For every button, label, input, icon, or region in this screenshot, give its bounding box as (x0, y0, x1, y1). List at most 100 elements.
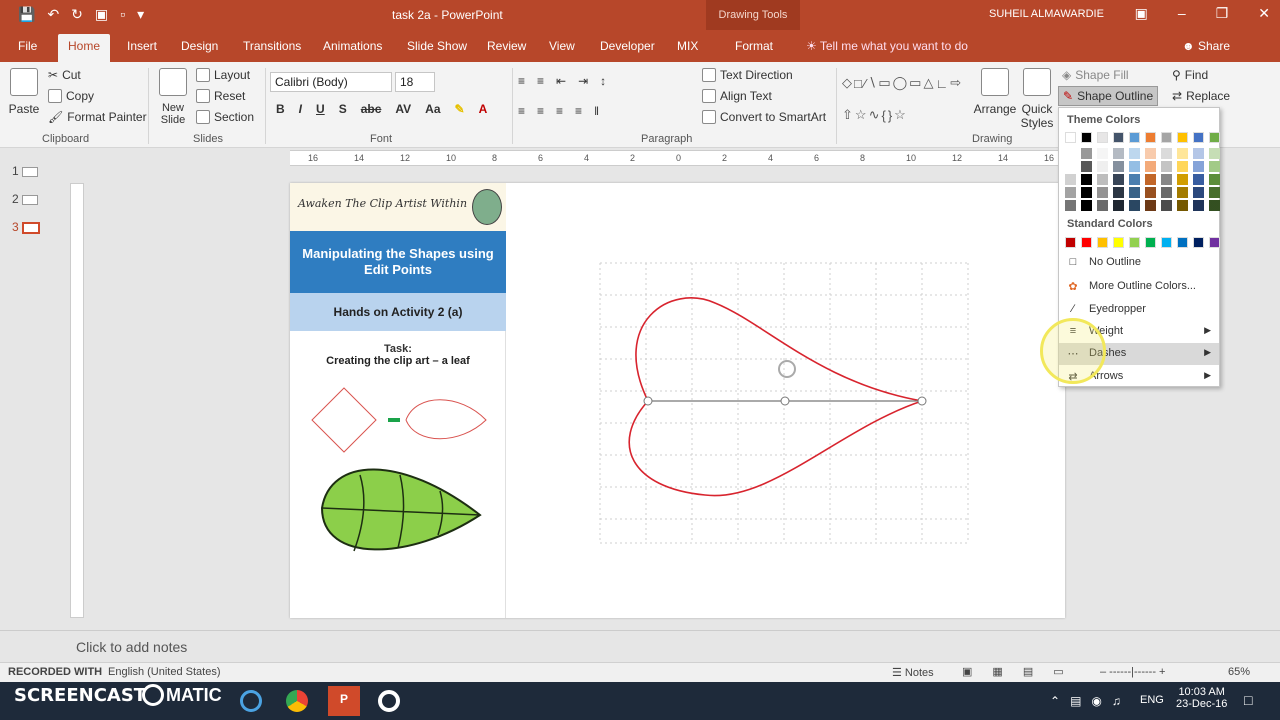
wifi-icon[interactable]: ◉ (1091, 694, 1101, 708)
normal-view-icon[interactable]: ▣ (962, 665, 972, 678)
color-swatch[interactable] (1129, 161, 1140, 172)
bullets-icon[interactable]: ≡ (518, 74, 525, 88)
color-swatch[interactable] (1129, 187, 1140, 198)
highlight-icon[interactable]: ✎ (455, 102, 465, 116)
volume-icon[interactable]: ♫ (1112, 694, 1121, 708)
chrome-icon[interactable] (286, 690, 308, 712)
thumbnail-1[interactable]: 1 (12, 164, 39, 178)
tab-view[interactable]: View (549, 39, 575, 53)
color-swatch[interactable] (1193, 161, 1204, 172)
font-name-select[interactable]: Calibri (Body) (270, 72, 392, 92)
align-right-icon[interactable]: ≡ (556, 104, 563, 118)
color-swatch[interactable] (1113, 148, 1124, 159)
color-swatch[interactable] (1113, 132, 1124, 143)
tab-slide-show[interactable]: Slide Show (407, 39, 467, 53)
numbering-icon[interactable]: ≡ (537, 74, 544, 88)
format-painter-button[interactable]: 🖌 Format Painter (48, 110, 147, 124)
color-swatch[interactable] (1081, 132, 1092, 143)
color-swatch[interactable] (1145, 200, 1156, 211)
zoom-level[interactable]: 65% (1228, 666, 1250, 678)
columns-icon[interactable]: ‖ (594, 104, 599, 118)
color-swatch[interactable] (1081, 237, 1092, 248)
align-left-icon[interactable]: ≡ (518, 104, 525, 118)
customize-icon[interactable]: ▾ (137, 6, 144, 23)
color-swatch[interactable] (1097, 187, 1108, 198)
color-swatch[interactable] (1113, 200, 1124, 211)
color-swatch[interactable] (1177, 161, 1188, 172)
color-swatch[interactable] (1145, 161, 1156, 172)
color-swatch[interactable] (1097, 237, 1108, 248)
clock[interactable]: 10:03 AM 23-Dec-16 (1176, 686, 1227, 710)
color-swatch[interactable] (1209, 132, 1220, 143)
network-icon[interactable]: ▤ (1070, 694, 1081, 708)
color-swatch[interactable] (1177, 174, 1188, 185)
close-icon[interactable]: ✕ (1258, 5, 1270, 22)
change-case-button[interactable]: Aa (425, 102, 440, 116)
brace-icon[interactable]: { (881, 108, 885, 123)
more-outline-colors-item[interactable]: ✿ More Outline Colors... (1059, 276, 1219, 298)
tab-home[interactable]: Home (58, 34, 111, 62)
user-name[interactable]: SUHEIL ALMAWARDIE (989, 8, 1104, 20)
find-button[interactable]: ⚲ Find (1172, 68, 1208, 82)
rectangle-icon[interactable]: ▭ (909, 75, 921, 91)
star-icon[interactable]: ☆ (894, 107, 906, 123)
color-swatch[interactable] (1209, 187, 1220, 198)
color-swatch[interactable] (1193, 174, 1204, 185)
tab-transitions[interactable]: Transitions (243, 39, 301, 53)
reading-view-icon[interactable]: ▤ (1023, 665, 1033, 678)
edit-point-handle[interactable] (917, 396, 927, 406)
layout-button[interactable]: Layout (196, 68, 250, 82)
color-swatch[interactable] (1129, 148, 1140, 159)
color-swatch[interactable] (1193, 132, 1204, 143)
color-swatch[interactable] (1161, 200, 1172, 211)
slideshow-view-icon[interactable]: ▭ (1053, 665, 1063, 678)
cut-button[interactable]: ✂ Cut (48, 68, 81, 82)
shadow-button[interactable]: S (339, 102, 347, 116)
paste-button[interactable]: Paste (8, 68, 40, 116)
color-swatch[interactable] (1193, 148, 1204, 159)
color-swatch[interactable] (1081, 148, 1092, 159)
tab-developer[interactable]: Developer (600, 39, 655, 53)
color-swatch[interactable] (1161, 187, 1172, 198)
language-indicator[interactable]: ENG (1140, 694, 1164, 706)
tab-design[interactable]: Design (181, 39, 218, 53)
sorter-view-icon[interactable]: ▦ (992, 665, 1002, 678)
color-swatch[interactable] (1177, 237, 1188, 248)
copy-button[interactable]: Copy (48, 89, 94, 103)
zoom-slider[interactable]: – ------|------ + (1100, 666, 1165, 678)
arrow-right-icon[interactable]: ⇨ (950, 75, 961, 91)
color-swatch[interactable] (1097, 161, 1108, 172)
text-direction-button[interactable]: Text Direction (702, 68, 793, 82)
color-swatch[interactable] (1081, 200, 1092, 211)
char-spacing-button[interactable]: AV (395, 102, 411, 116)
tell-me-search[interactable]: ☀ Tell me what you want to do (806, 39, 968, 53)
color-swatch[interactable] (1097, 174, 1108, 185)
color-swatch[interactable] (1193, 237, 1204, 248)
notes-toggle[interactable]: ☰ Notes (892, 666, 934, 679)
color-swatch[interactable] (1161, 174, 1172, 185)
color-swatch[interactable] (1177, 187, 1188, 198)
star-icon[interactable]: ☆ (855, 107, 867, 123)
color-swatch[interactable] (1209, 237, 1220, 248)
edit-point-handle[interactable] (780, 396, 790, 406)
edit-shape-area[interactable] (590, 243, 990, 573)
textbox-icon[interactable]: □ (854, 76, 862, 91)
no-outline-item[interactable]: □ No Outline (1059, 252, 1219, 274)
smartart-button[interactable]: Convert to SmartArt (702, 110, 826, 124)
color-swatch[interactable] (1209, 200, 1220, 211)
color-swatch[interactable] (1097, 148, 1108, 159)
line-spacing-icon[interactable]: ↕ (600, 74, 606, 88)
tab-animations[interactable]: Animations (323, 39, 382, 53)
tab-insert[interactable]: Insert (127, 39, 157, 53)
minimize-icon[interactable]: – (1178, 5, 1186, 22)
rotate-handle-icon[interactable] (778, 360, 796, 378)
color-swatch[interactable] (1113, 174, 1124, 185)
color-swatch[interactable] (1177, 200, 1188, 211)
color-swatch[interactable] (1081, 161, 1092, 172)
color-swatch[interactable] (1161, 148, 1172, 159)
color-swatch[interactable] (1129, 132, 1140, 143)
app-icon[interactable] (240, 690, 262, 712)
undo-icon[interactable]: ↶ (47, 6, 59, 23)
font-size-select[interactable]: 18 (395, 72, 435, 92)
slide-canvas[interactable]: Awaken The Clip Artist Within Manipulati… (290, 183, 1065, 618)
